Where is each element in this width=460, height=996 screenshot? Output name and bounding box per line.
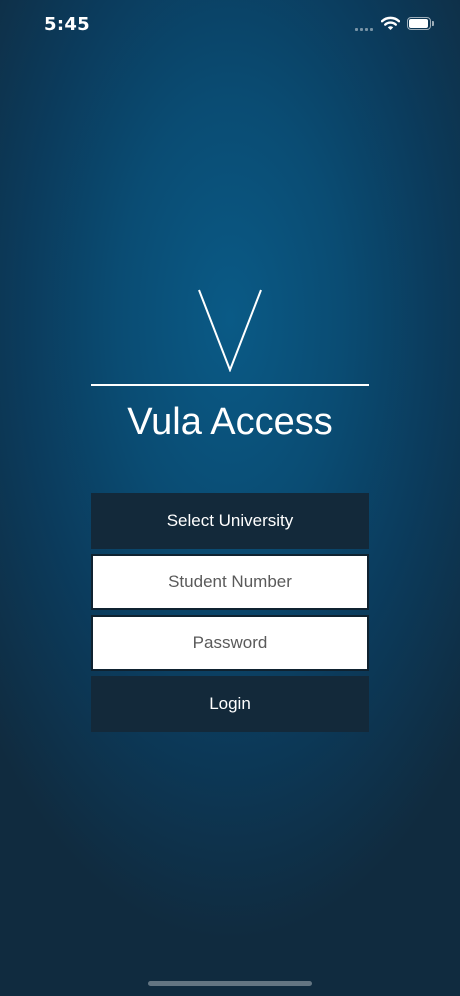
- status-time: 5:45: [44, 14, 90, 35]
- app-title: Vula Access: [127, 401, 333, 443]
- student-number-input[interactable]: [93, 556, 367, 608]
- login-screen: 5:45 Vula Access Select University Stude…: [0, 0, 460, 996]
- login-button[interactable]: Login: [91, 676, 369, 732]
- wifi-icon: [381, 16, 400, 30]
- v-logo-icon: [198, 289, 262, 372]
- password-input[interactable]: [93, 617, 367, 669]
- password-field-container: [91, 615, 369, 671]
- login-button-label: Login: [209, 694, 251, 713]
- home-indicator[interactable]: [148, 981, 312, 986]
- battery-icon: [407, 17, 434, 30]
- select-university-button[interactable]: Select University: [91, 493, 369, 549]
- logo-divider: [91, 384, 369, 386]
- student-number-field-container: [91, 554, 369, 610]
- select-university-label: Select University: [166, 511, 294, 530]
- battery-level-fill: [409, 19, 428, 28]
- cellular-signal-icon: [355, 26, 375, 31]
- status-bar: 5:45: [0, 0, 460, 52]
